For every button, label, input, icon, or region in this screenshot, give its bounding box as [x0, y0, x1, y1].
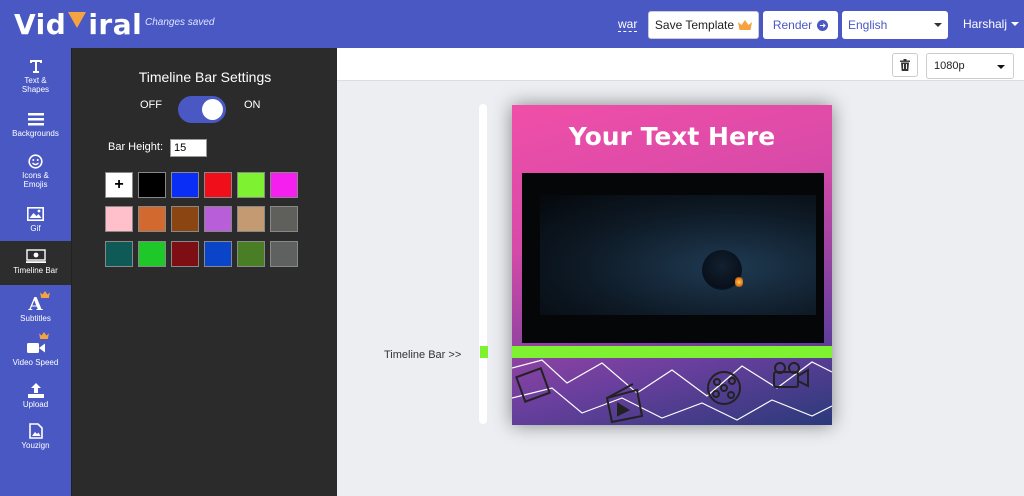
- video-clip[interactable]: [522, 173, 824, 343]
- lines-icon: [27, 111, 44, 127]
- subtitle-icon: A: [28, 293, 43, 315]
- text-icon: [29, 58, 43, 74]
- cinema-icons-decoration: [512, 359, 832, 424]
- color-swatch[interactable]: [204, 172, 232, 198]
- sidebar-item-youzign[interactable]: Youzign: [0, 423, 71, 450]
- sidebar-item-backgrounds[interactable]: Backgrounds: [0, 111, 71, 138]
- logo-v-mark: [68, 12, 87, 28]
- sidebar-item-timeline-bar[interactable]: Timeline Bar: [0, 241, 71, 285]
- timeline-progress-bar[interactable]: [512, 346, 832, 358]
- smiley-icon: [28, 153, 43, 169]
- color-swatch[interactable]: [138, 206, 166, 232]
- sidebar-item-gif[interactable]: Gif: [0, 206, 71, 233]
- bar-height-label: Bar Height:: [108, 141, 164, 153]
- render-button[interactable]: Render ➜: [763, 11, 838, 39]
- delete-button[interactable]: [892, 53, 918, 77]
- image-icon: [27, 206, 44, 222]
- color-swatch[interactable]: [105, 206, 133, 232]
- language-select[interactable]: English: [842, 11, 948, 39]
- sidebar-item-upload[interactable]: Upload: [0, 382, 71, 409]
- color-swatch[interactable]: [171, 241, 199, 267]
- war-link[interactable]: war: [618, 17, 638, 32]
- lantern-light: [735, 277, 743, 287]
- color-swatch[interactable]: [138, 172, 166, 198]
- color-swatch[interactable]: [270, 241, 298, 267]
- sidebar-item-subtitles[interactable]: A Subtitles: [0, 293, 71, 323]
- bar-height-input[interactable]: 15: [170, 139, 207, 157]
- color-swatch[interactable]: [171, 172, 199, 198]
- color-swatch[interactable]: [270, 172, 298, 198]
- sidebar-item-icons-emojis[interactable]: Icons & Emojis: [0, 153, 71, 189]
- video-clip-scene: [540, 195, 816, 315]
- crown-icon: [39, 332, 49, 339]
- sidebar-item-video-speed[interactable]: Video Speed: [0, 340, 71, 367]
- crown-icon: [40, 291, 50, 298]
- timeline-bar-toggle[interactable]: [178, 96, 226, 123]
- save-template-button[interactable]: Save Template: [648, 11, 759, 39]
- trash-icon: [900, 59, 910, 71]
- save-status: Changes saved: [145, 17, 215, 28]
- add-color-button[interactable]: +: [105, 172, 133, 198]
- timeline-bar-settings-panel: Timeline Bar Settings OFF ON Bar Height:…: [71, 48, 337, 496]
- chevron-down-icon: [934, 23, 942, 27]
- color-swatch[interactable]: [237, 241, 265, 267]
- color-swatch[interactable]: [237, 172, 265, 198]
- timeline-bar-pointer-label: Timeline Bar >>: [384, 349, 462, 361]
- resolution-select[interactable]: 1080p: [926, 53, 1014, 79]
- timeline-slider-thumb[interactable]: [480, 346, 488, 358]
- panel-title: Timeline Bar Settings: [138, 69, 272, 85]
- top-bar: Vid iral Changes saved war Save Template…: [0, 0, 1024, 48]
- toggle-knob: [202, 99, 223, 120]
- sidebar: Text & Shapes Backgrounds Icons & Emojis…: [0, 48, 71, 496]
- user-menu[interactable]: Harshalj: [963, 17, 1020, 31]
- vidviral-logo[interactable]: Vid iral: [14, 8, 142, 41]
- color-swatch[interactable]: [171, 206, 199, 232]
- youzign-icon: [28, 423, 43, 439]
- video-title-text[interactable]: Your Text Here: [512, 122, 832, 151]
- color-swatch[interactable]: [204, 241, 232, 267]
- color-swatch[interactable]: [204, 206, 232, 232]
- timeline-slider-track[interactable]: [479, 104, 487, 424]
- color-swatch[interactable]: [138, 241, 166, 267]
- toggle-off-label: OFF: [140, 99, 162, 111]
- sidebar-item-text-shapes[interactable]: Text & Shapes: [0, 58, 71, 94]
- chevron-down-icon: [1011, 22, 1020, 26]
- video-camera-icon: [26, 340, 45, 356]
- arrow-right-icon: ➜: [817, 19, 829, 31]
- video-preview[interactable]: Your Text Here: [512, 105, 832, 425]
- color-swatch[interactable]: [237, 206, 265, 232]
- crown-icon: [738, 20, 753, 30]
- color-swatch[interactable]: [105, 241, 133, 267]
- chevron-down-icon: [997, 65, 1005, 69]
- upload-icon: [27, 382, 44, 398]
- color-swatch[interactable]: [270, 206, 298, 232]
- canvas-toolbar: 1080p: [337, 48, 1024, 81]
- toggle-on-label: ON: [244, 99, 261, 111]
- timeline-icon: [25, 248, 46, 264]
